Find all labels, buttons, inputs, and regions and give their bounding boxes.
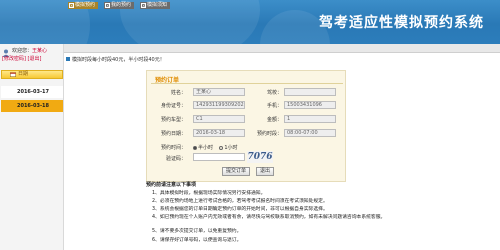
captcha-image[interactable]: 7076 [247, 151, 273, 163]
note-item: 1、具体模拟时段，根据现场实际情况另行安排通知。 [152, 191, 266, 196]
user-welcome: 欢迎您：王某心 [修改密码] [退出] [0, 48, 64, 68]
tab-icon: × [105, 3, 110, 8]
idcard-label: 身份证号： [160, 103, 186, 109]
user-links: [修改密码] [退出] [2, 56, 41, 63]
school-field[interactable] [284, 88, 336, 96]
tab-simulate-notice[interactable]: × 模拟须知 [140, 2, 171, 9]
captcha-input[interactable] [193, 153, 245, 161]
price-notice-text: 模拟时段每小时段40元，半小时段40元！ [72, 57, 165, 63]
notice-bullet-icon [66, 57, 70, 61]
time-field[interactable]: 08:00-07:00 [284, 129, 336, 137]
amount-label: 金额： [266, 117, 282, 123]
duration-option-label: 半小时 [198, 145, 214, 151]
phone-label: 手机： [266, 103, 282, 109]
note-item: 3、系统会根据您的订单日期确定预约订单的开始时间，非可以根据自身实际选择。 [152, 207, 328, 212]
tab-my-bookings[interactable]: × 我的预约 [104, 2, 135, 9]
duration-option-label: 1小时 [224, 145, 238, 151]
date-item[interactable]: 2016-03-17 [1, 86, 63, 98]
time-label: 预约时段： [256, 131, 282, 137]
date-field[interactable]: 2016-03-18 [193, 129, 245, 137]
note-item: 5、请不要多次提交订单，以免重复预约。 [152, 229, 242, 234]
price-notice: 模拟时段每小时段40元，半小时段40元！ [66, 56, 165, 63]
modify-password-link[interactable]: [修改密码] [2, 56, 26, 62]
tab-label: 模拟须知 [147, 2, 168, 8]
phone-field[interactable]: 15003431096 [284, 101, 336, 109]
schedule-header-label: 日期 [18, 71, 29, 77]
name-field[interactable]: 王某心 [193, 88, 245, 96]
calendar-icon [10, 72, 16, 77]
duration-radio-group: 半小时 1小时 [193, 144, 238, 151]
submit-order-button[interactable]: 提交订单 [222, 167, 250, 176]
schedule-header: 日期 [1, 70, 63, 79]
school-label: 驾校： [266, 90, 282, 96]
tab-label: 我的预约 [111, 2, 132, 8]
date-item-selected[interactable]: 2016-03-18 [1, 100, 63, 112]
user-name: 王某心 [32, 48, 48, 54]
amount-field[interactable]: 1 [284, 115, 336, 123]
duration-radio-one-hour[interactable] [219, 145, 224, 150]
vehicle-field[interactable]: C1 [193, 115, 245, 123]
welcome-label: 欢迎您： [12, 48, 33, 54]
duration-radio-half-hour[interactable] [193, 145, 197, 150]
welcome-text: 欢迎您：王某心 [12, 48, 47, 55]
note-item: 2、必须在预约场地上进行考试合格的，若驾考考试报名时间须在考试须知处规定。 [152, 199, 328, 204]
tab-icon: × [69, 3, 74, 8]
logout-link[interactable]: [退出] [28, 56, 42, 62]
note-item: 4、如已预约现在个人账户内无效或者有余，请尽快与驾校联系取消预约，如有未解决问题… [152, 215, 386, 220]
vehicle-label: 预约车型： [160, 117, 186, 123]
tab-label: 模拟预约 [75, 2, 96, 8]
idcard-field[interactable]: 142931199309202029 [193, 101, 245, 109]
note-item: 6、请保存好订单号码，以便查询与退订。 [152, 238, 242, 243]
exit-button[interactable]: 退出 [256, 167, 274, 176]
name-label: 姓名： [170, 90, 186, 96]
order-form-panel: 预约订单 [146, 70, 346, 182]
date-label: 预约日期： [160, 131, 186, 137]
tab-simulate-booking[interactable]: × 模拟预约 [68, 2, 99, 9]
captcha-label: 验证码： [165, 156, 186, 162]
app-title: 驾考适应性模拟预约系统 [319, 15, 484, 31]
tab-bar [64, 44, 500, 53]
tab-icon: × [141, 3, 146, 8]
divider [151, 83, 343, 84]
duration-label: 预约时间： [160, 145, 186, 151]
notes-title: 预约前请注意以下事项 [146, 182, 197, 188]
